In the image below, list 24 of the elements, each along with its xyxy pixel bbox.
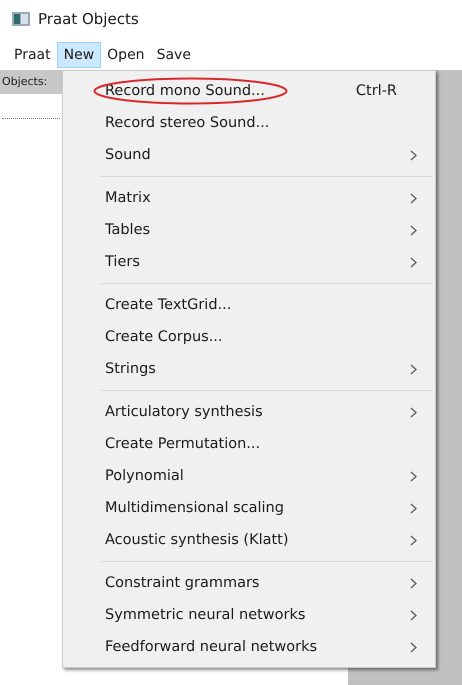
menu-item[interactable]: Record stereo Sound... [63, 107, 435, 139]
menu-bar-item[interactable]: Praat [8, 42, 57, 68]
menu-item[interactable]: Acoustic synthesis (Klatt) [63, 524, 435, 556]
menu-item[interactable]: Tables [63, 214, 435, 246]
menu-item[interactable]: Create TextGrid... [63, 289, 435, 321]
menu-bar-item[interactable]: Open [101, 42, 151, 68]
menu-item[interactable]: Record mono Sound... Ctrl-R [63, 75, 435, 107]
menu-item[interactable]: Matrix [63, 182, 435, 214]
menu-item[interactable]: Create Corpus... [63, 321, 435, 353]
menu-item[interactable]: Strings [63, 353, 435, 385]
objects-label: Objects: [0, 70, 62, 94]
app-icon [12, 12, 30, 26]
menu-item[interactable]: Articulatory synthesis [63, 396, 435, 428]
window-title: Praat Objects [38, 10, 139, 28]
menu-item[interactable]: Tiers [63, 246, 435, 278]
menu-item[interactable]: Constraint grammars [63, 567, 435, 599]
menu-item[interactable]: Feedforward neural networks [63, 631, 435, 663]
menu-item[interactable]: Sound [63, 139, 435, 171]
menu-bar-item[interactable]: Save [150, 42, 197, 68]
menu-item[interactable]: Polynomial [63, 460, 435, 492]
menu-item[interactable]: Symmetric neural networks [63, 599, 435, 631]
menu-bar-item[interactable]: New [56, 42, 102, 68]
menu-item[interactable]: Create Permutation... [63, 428, 435, 460]
menu-item[interactable]: Multidimensional scaling [63, 492, 435, 524]
